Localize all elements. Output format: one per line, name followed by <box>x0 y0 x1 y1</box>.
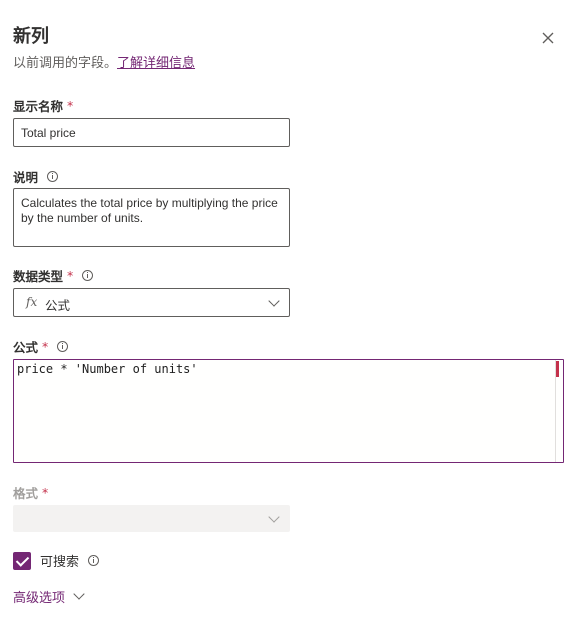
format-dropdown <box>13 505 290 532</box>
chevron-down-icon <box>268 511 280 523</box>
description-textarea[interactable]: Calculates the total price by multiplyin… <box>13 188 290 247</box>
info-icon[interactable] <box>57 341 69 352</box>
advanced-options-toggle[interactable]: 高级选项 <box>13 587 85 606</box>
required-asterisk: * <box>42 339 49 354</box>
format-label: 格式 * <box>13 483 48 502</box>
subtitle-text: 以前调用的字段。 <box>13 56 118 71</box>
info-icon[interactable] <box>88 555 100 566</box>
formula-editor[interactable]: price * 'Number of units' <box>13 359 564 463</box>
panel-title: 新列 <box>13 26 49 47</box>
data-type-label-text: 数据类型 <box>13 269 64 284</box>
required-asterisk: * <box>42 485 49 500</box>
new-column-panel: 新列 以前调用的字段。了解详细信息 显示名称 * 说明 Calculates t… <box>0 0 577 641</box>
editor-error-marker <box>556 361 559 377</box>
display-name-label: 显示名称 * <box>13 96 73 115</box>
formula-label: 公式 * <box>13 337 69 356</box>
display-name-input[interactable] <box>13 118 290 147</box>
data-type-dropdown[interactable]: fx 公式 <box>13 288 290 317</box>
format-label-text: 格式 <box>13 486 39 501</box>
advanced-options-label: 高级选项 <box>13 591 66 606</box>
description-label-text: 说明 <box>13 170 39 185</box>
formula-code: price * 'Number of units' <box>17 362 198 376</box>
searchable-checkbox[interactable] <box>13 551 31 570</box>
info-icon[interactable] <box>47 171 59 182</box>
description-label: 说明 <box>13 167 59 186</box>
searchable-row: 可搜索 <box>13 551 100 570</box>
data-type-selected-value: 公式 <box>45 298 71 313</box>
learn-more-link[interactable]: 了解详细信息 <box>117 56 195 71</box>
data-type-label: 数据类型 * <box>13 266 94 285</box>
chevron-down-icon <box>268 295 280 307</box>
chevron-down-icon <box>73 587 85 600</box>
formula-label-text: 公式 <box>13 340 39 355</box>
close-button[interactable] <box>538 28 558 48</box>
required-asterisk: * <box>67 268 74 283</box>
display-name-label-text: 显示名称 <box>13 99 64 114</box>
info-icon[interactable] <box>82 270 94 281</box>
close-icon <box>542 32 554 44</box>
required-asterisk: * <box>67 98 74 113</box>
formula-fx-icon: fx <box>26 295 38 309</box>
searchable-label[interactable]: 可搜索 <box>40 551 79 570</box>
panel-subtitle: 以前调用的字段。了解详细信息 <box>13 52 195 71</box>
